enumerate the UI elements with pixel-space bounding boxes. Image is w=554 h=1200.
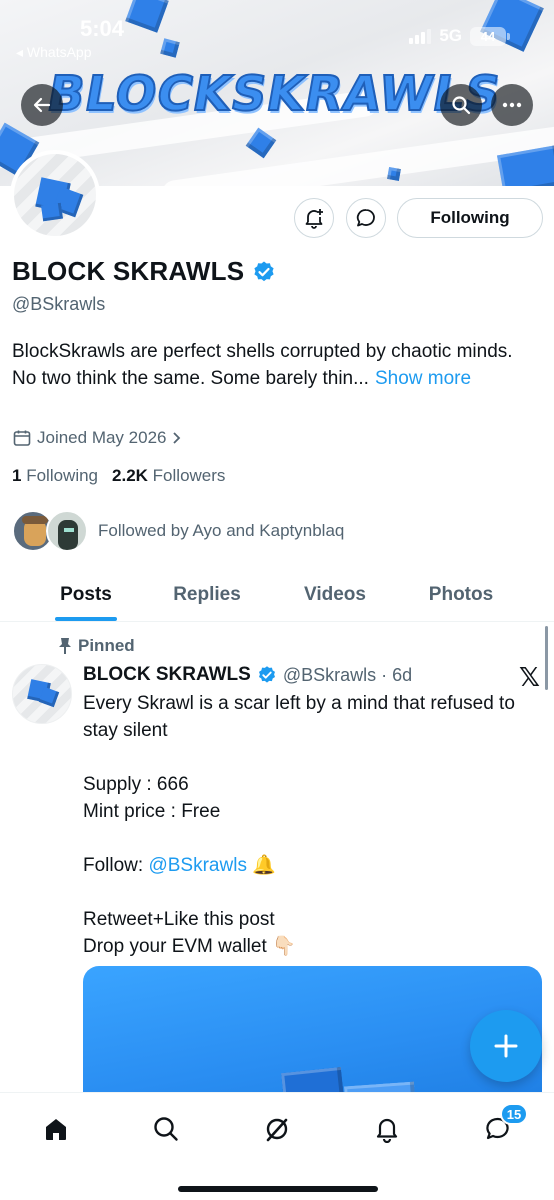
follow-prefix: Follow: (83, 855, 149, 876)
home-indicator[interactable] (178, 1186, 378, 1192)
followed-by-text: Followed by Ayo and Kaptynblaq (98, 521, 345, 540)
pinned-indicator: Pinned (58, 636, 135, 656)
bio-line-1: BlockSkrawls are perfect shells corrupte… (12, 341, 513, 362)
status-time: 5:04 (80, 16, 125, 41)
bio-line-2: No two think the same. Some barely thin.… (12, 368, 369, 389)
avatar-cube (38, 686, 60, 708)
banner-title: BLOCKSKRAWLS (42, 65, 506, 123)
notifications-icon (376, 1118, 398, 1143)
following-button[interactable]: Following (397, 198, 543, 238)
bottom-navigation: 15 (0, 1092, 554, 1200)
back-to-app-link[interactable]: ◂ WhatsApp (16, 44, 92, 61)
mention-link[interactable]: @BSkrawls (148, 855, 246, 876)
post-author-avatar[interactable] (12, 664, 72, 724)
nav-grok[interactable] (257, 1109, 297, 1149)
post-author-name[interactable]: BLOCK SKRAWLS (83, 664, 251, 686)
bell-emoji-icon: 🔔 (252, 855, 276, 876)
pinned-label: Pinned (78, 636, 135, 655)
followers-count: 2.2K (112, 466, 148, 485)
scrollbar[interactable] (545, 626, 548, 690)
following-count: 1 (12, 466, 22, 485)
banner-cube (387, 167, 401, 181)
tab-photos[interactable]: Photos (428, 568, 494, 621)
drop-wallet-text: Drop your EVM wallet (83, 936, 267, 957)
following-stat[interactable]: 1 Following (12, 466, 98, 486)
post-follow-line: Follow: @BSkrawls 🔔 (83, 852, 538, 879)
avatar (46, 510, 88, 552)
post-line: Mint price : Free (83, 801, 221, 822)
profile-banner[interactable]: BLOCKSKRAWLS 5:04 ◂ WhatsApp 5G 44 (0, 0, 554, 186)
plus-icon (494, 1034, 518, 1058)
followed-by-row[interactable]: Followed by Ayo and Kaptynblaq (12, 510, 344, 552)
search-icon (452, 96, 471, 115)
post-blank-line (83, 825, 538, 852)
tab-replies[interactable]: Replies (172, 568, 242, 621)
pointing-down-emoji-icon: 👇🏻 (272, 936, 296, 957)
battery-icon: 44 (470, 26, 510, 46)
calendar-icon (13, 430, 31, 446)
nav-home[interactable] (36, 1109, 76, 1149)
more-dots-icon (502, 102, 522, 108)
pin-icon (59, 638, 71, 654)
followers-stat[interactable]: 2.2K Followers (112, 466, 225, 486)
verified-badge-icon (252, 260, 276, 284)
follow-stats: 1 Following 2.2K Followers (12, 466, 225, 486)
post-line: Supply : 666 (83, 774, 189, 795)
post-line: Drop your EVM wallet 👇🏻 (83, 933, 538, 960)
post-handle-time: @BSkrawls · 6d (282, 664, 413, 685)
avatar-cube (40, 202, 64, 222)
chat-bubble-icon (356, 209, 375, 227)
chevron-right-icon (173, 432, 181, 444)
network-type: 5G (439, 26, 462, 45)
messages-badge: 15 (500, 1103, 528, 1125)
following-label: Following (26, 466, 99, 485)
joined-date[interactable]: Joined May 2026 (12, 428, 183, 448)
status-indicators: 5G 44 (409, 26, 510, 46)
signal-icon (409, 28, 432, 44)
bell-plus-icon (305, 209, 323, 229)
compose-button[interactable] (470, 1010, 542, 1082)
home-icon (46, 1119, 66, 1140)
search-button[interactable] (440, 84, 482, 126)
post-text: Every Skrawl is a scar left by a mind th… (83, 690, 538, 960)
tab-posts[interactable]: Posts (0, 568, 172, 621)
post-header: BLOCK SKRAWLS @BSkrawls · 6d (83, 664, 412, 686)
joined-text: Joined May 2026 (37, 428, 167, 447)
show-more-link[interactable]: Show more (375, 368, 471, 389)
post-line: Retweet+Like this post (83, 909, 275, 930)
arrow-left-icon (33, 97, 51, 113)
verified-badge-icon (257, 665, 277, 685)
notify-button[interactable] (294, 198, 334, 238)
message-button[interactable] (346, 198, 386, 238)
nav-notifications[interactable] (367, 1109, 407, 1149)
profile-avatar[interactable] (10, 150, 100, 240)
more-button[interactable] (491, 84, 533, 126)
name-row: BLOCK SKRAWLS (12, 256, 276, 287)
search-icon (154, 1117, 178, 1141)
back-button[interactable] (21, 84, 63, 126)
post-blank-line (83, 744, 538, 771)
grok-icon (266, 1118, 288, 1142)
nav-search[interactable] (146, 1109, 186, 1149)
banner-cube (160, 38, 180, 58)
post-line: Every Skrawl is a scar left by a mind th… (83, 693, 515, 741)
followers-label: Followers (152, 466, 226, 485)
profile-bio: BlockSkrawls are perfect shells corrupte… (12, 338, 542, 392)
profile-tabs: Posts Replies Videos Photos (0, 568, 554, 622)
profile-handle: @BSkrawls (12, 294, 106, 314)
banner-cube (125, 0, 169, 33)
tab-videos[interactable]: Videos (242, 568, 428, 621)
display-name: BLOCK SKRAWLS (12, 256, 245, 286)
x-logo-icon: 𝕏 (519, 662, 540, 692)
battery-level: 44 (480, 28, 496, 44)
post-blank-line (83, 879, 538, 906)
